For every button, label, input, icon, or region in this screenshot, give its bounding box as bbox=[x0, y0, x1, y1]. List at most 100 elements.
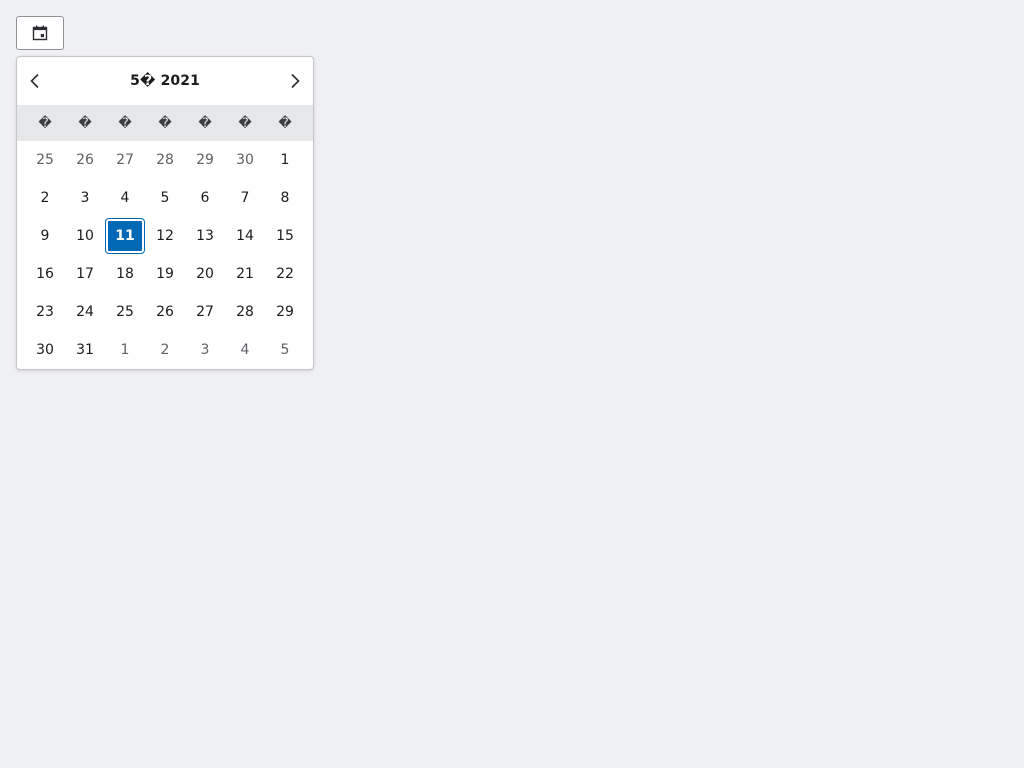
week-row: 30 31 1 2 3 4 5 bbox=[17, 331, 313, 369]
day-cell[interactable]: 1 bbox=[265, 141, 305, 179]
week-row: 16 17 18 19 20 21 22 bbox=[17, 255, 313, 293]
day-cell[interactable]: 2 bbox=[25, 179, 65, 217]
previous-month-button[interactable] bbox=[19, 65, 51, 97]
week-row: 25 26 27 28 29 30 1 bbox=[17, 141, 313, 179]
weekday-label: � bbox=[158, 115, 172, 131]
day-number: 5 bbox=[280, 342, 290, 358]
day-cell-other-month[interactable]: 28 bbox=[145, 141, 185, 179]
day-number: 24 bbox=[76, 304, 94, 320]
day-number: 19 bbox=[156, 266, 174, 282]
day-cell-other-month[interactable]: 5 bbox=[265, 331, 305, 369]
day-number: 13 bbox=[196, 228, 214, 244]
day-cell[interactable]: 13 bbox=[185, 217, 225, 255]
day-cell[interactable]: 4 bbox=[105, 179, 145, 217]
day-cell-selected[interactable]: 11 bbox=[105, 217, 145, 255]
day-cell[interactable]: 5 bbox=[145, 179, 185, 217]
day-number: 27 bbox=[116, 152, 134, 168]
day-number: 30 bbox=[236, 152, 254, 168]
day-cell[interactable]: 21 bbox=[225, 255, 265, 293]
day-number: 29 bbox=[276, 304, 294, 320]
day-number: 26 bbox=[76, 152, 94, 168]
day-cell[interactable]: 28 bbox=[225, 293, 265, 331]
day-cell[interactable]: 16 bbox=[25, 255, 65, 293]
day-number: 14 bbox=[236, 228, 254, 244]
day-cell-other-month[interactable]: 26 bbox=[65, 141, 105, 179]
day-cell-other-month[interactable]: 25 bbox=[25, 141, 65, 179]
day-cell[interactable]: 26 bbox=[145, 293, 185, 331]
day-number: 28 bbox=[156, 152, 174, 168]
day-grid: 25 26 27 28 29 30 1 2 3 4 5 6 7 8 9 10 11 12 13 14 15 16 17 18 1… bbox=[17, 141, 313, 369]
day-number: 4 bbox=[240, 342, 250, 358]
calendar-button[interactable] bbox=[16, 16, 64, 50]
chevron-left-icon bbox=[30, 73, 39, 89]
day-number: 15 bbox=[276, 228, 294, 244]
day-cell[interactable]: 12 bbox=[145, 217, 185, 255]
day-number: 29 bbox=[196, 152, 214, 168]
day-number: 4 bbox=[120, 190, 130, 206]
day-number: 7 bbox=[240, 190, 250, 206]
day-number: 12 bbox=[156, 228, 174, 244]
day-cell-other-month[interactable]: 30 bbox=[225, 141, 265, 179]
day-cell[interactable]: 17 bbox=[65, 255, 105, 293]
day-cell-other-month[interactable]: 4 bbox=[225, 331, 265, 369]
day-number: 16 bbox=[36, 266, 54, 282]
day-cell[interactable]: 29 bbox=[265, 293, 305, 331]
day-cell[interactable]: 23 bbox=[25, 293, 65, 331]
day-number: 3 bbox=[200, 342, 210, 358]
date-picker-popup: 5� 2021 � � � � � � � 25 26 27 28 29 30 1 2 3 4 5 6… bbox=[16, 56, 314, 370]
day-cell[interactable]: 6 bbox=[185, 179, 225, 217]
day-number: 26 bbox=[156, 304, 174, 320]
next-month-button[interactable] bbox=[279, 65, 311, 97]
day-number: 31 bbox=[76, 342, 94, 358]
day-number: 10 bbox=[76, 228, 94, 244]
day-cell[interactable]: 10 bbox=[65, 217, 105, 255]
weekday-header-row: � � � � � � � bbox=[17, 105, 313, 141]
day-cell[interactable]: 27 bbox=[185, 293, 225, 331]
day-number: 2 bbox=[160, 342, 170, 358]
day-cell-other-month[interactable]: 29 bbox=[185, 141, 225, 179]
day-number: 21 bbox=[236, 266, 254, 282]
day-cell[interactable]: 30 bbox=[25, 331, 65, 369]
day-number: 17 bbox=[76, 266, 94, 282]
day-number: 11 bbox=[105, 218, 145, 254]
calendar-icon bbox=[32, 25, 48, 41]
day-cell[interactable]: 15 bbox=[265, 217, 305, 255]
day-number: 23 bbox=[36, 304, 54, 320]
day-cell[interactable]: 22 bbox=[265, 255, 305, 293]
day-cell[interactable]: 9 bbox=[25, 217, 65, 255]
weekday-label: � bbox=[38, 115, 52, 131]
day-number: 28 bbox=[236, 304, 254, 320]
day-cell[interactable]: 7 bbox=[225, 179, 265, 217]
day-cell-other-month[interactable]: 3 bbox=[185, 331, 225, 369]
month-year-title: 5� 2021 bbox=[130, 73, 200, 89]
day-cell[interactable]: 19 bbox=[145, 255, 185, 293]
day-cell[interactable]: 25 bbox=[105, 293, 145, 331]
day-cell[interactable]: 3 bbox=[65, 179, 105, 217]
day-number: 22 bbox=[276, 266, 294, 282]
calendar-header: 5� 2021 bbox=[17, 57, 313, 105]
weekday-label: � bbox=[238, 115, 252, 131]
day-number: 27 bbox=[196, 304, 214, 320]
day-number: 18 bbox=[116, 266, 134, 282]
day-cell[interactable]: 14 bbox=[225, 217, 265, 255]
day-number: 8 bbox=[280, 190, 290, 206]
day-number: 9 bbox=[40, 228, 50, 244]
day-cell[interactable]: 24 bbox=[65, 293, 105, 331]
day-cell[interactable]: 20 bbox=[185, 255, 225, 293]
day-cell[interactable]: 18 bbox=[105, 255, 145, 293]
week-row: 9 10 11 12 13 14 15 bbox=[17, 217, 313, 255]
weekday-label: � bbox=[278, 115, 292, 131]
day-cell-other-month[interactable]: 1 bbox=[105, 331, 145, 369]
day-cell-other-month[interactable]: 2 bbox=[145, 331, 185, 369]
day-number: 25 bbox=[36, 152, 54, 168]
day-number: 5 bbox=[160, 190, 170, 206]
day-number: 30 bbox=[36, 342, 54, 358]
day-number: 1 bbox=[120, 342, 130, 358]
day-cell[interactable]: 31 bbox=[65, 331, 105, 369]
day-cell-other-month[interactable]: 27 bbox=[105, 141, 145, 179]
weekday-label: � bbox=[198, 115, 212, 131]
weekday-label: � bbox=[118, 115, 132, 131]
weekday-label: � bbox=[78, 115, 92, 131]
day-number: 3 bbox=[80, 190, 90, 206]
day-cell[interactable]: 8 bbox=[265, 179, 305, 217]
